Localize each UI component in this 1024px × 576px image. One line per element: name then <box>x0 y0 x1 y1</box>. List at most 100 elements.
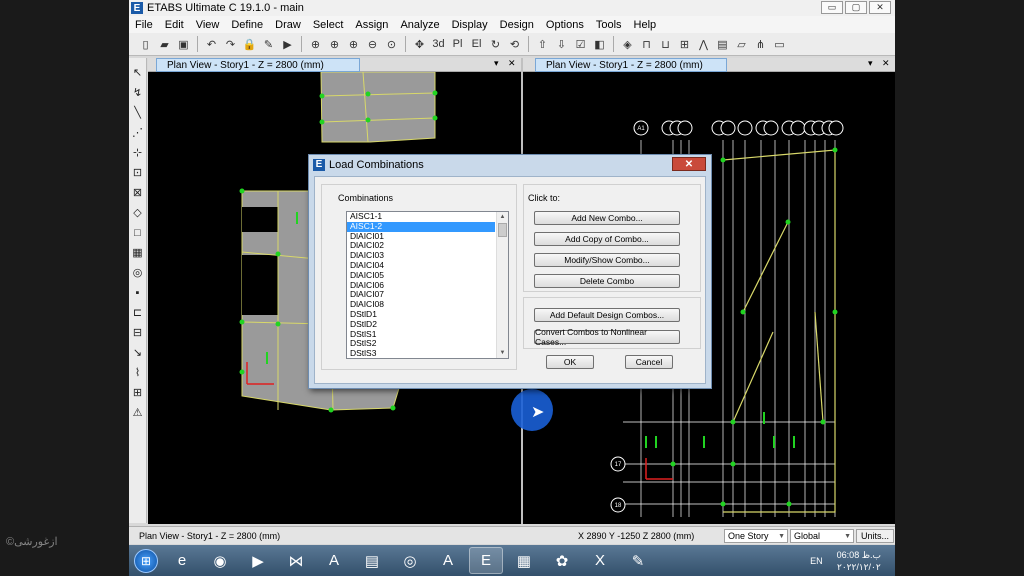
run-icon[interactable]: ▶ <box>279 36 296 53</box>
menu-draw[interactable]: Draw <box>269 19 307 31</box>
minimize-button[interactable]: ▭ <box>821 1 843 14</box>
redo-icon[interactable]: ↷ <box>222 36 239 53</box>
reshape-icon[interactable]: ↯ <box>131 84 145 101</box>
combinations-list[interactable]: AISC1-1 AISC1-2 DlAICI01 DlAICI02 DlAICI03 Dl… <box>346 211 509 359</box>
grid-icon[interactable]: ⊟ <box>131 324 145 341</box>
save-icon[interactable]: ▣ <box>175 36 192 53</box>
move-down-icon[interactable]: ⇩ <box>553 36 570 53</box>
dimension-icon[interactable]: ↘ <box>131 344 145 361</box>
area-icon[interactable]: ▭ <box>771 36 788 53</box>
menu-tools[interactable]: Tools <box>590 19 628 31</box>
move-up-icon[interactable]: ⇧ <box>534 36 551 53</box>
open-icon[interactable]: ▰ <box>156 36 173 53</box>
add-default-design-combos-button[interactable]: Add Default Design Combos... <box>534 308 680 322</box>
zoom-rubber-icon[interactable]: ⊕ <box>326 36 343 53</box>
right-pane-tab[interactable]: Plan View - Story1 - Z = 2800 (mm) <box>535 58 727 72</box>
convert-combos-nonlinear-button[interactable]: Convert Combos to Nonlinear Cases... <box>534 327 680 347</box>
ruler-icon[interactable]: ⊞ <box>131 384 145 401</box>
scroll-up-icon[interactable]: ▲ <box>497 212 508 222</box>
wall-draw-icon[interactable]: ▦ <box>131 244 145 261</box>
close-button[interactable]: ✕ <box>869 1 891 14</box>
opening-icon[interactable]: ◎ <box>131 264 145 281</box>
maximize-button[interactable]: ▢ <box>845 1 867 14</box>
zoom-out-icon[interactable]: ⊖ <box>364 36 381 53</box>
cancel-button[interactable]: Cancel <box>625 355 673 369</box>
modify-show-combo-button[interactable]: Modify/Show Combo... <box>534 253 680 267</box>
right-pane-close-icon[interactable]: ✕ <box>882 58 890 69</box>
file-explorer-icon[interactable]: ▤ <box>355 547 389 574</box>
elevation-view-icon[interactable]: El <box>468 36 485 53</box>
scroll-down-icon[interactable]: ▼ <box>497 348 508 358</box>
story-select-dropdown[interactable]: One Story ▼ <box>724 529 788 543</box>
link-icon[interactable]: ⊏ <box>131 304 145 321</box>
delete-combo-button[interactable]: Delete Combo <box>534 274 680 288</box>
slab-icon[interactable]: ▱ <box>733 36 750 53</box>
menu-define[interactable]: Define <box>225 19 269 31</box>
units-button[interactable]: Units... <box>856 529 894 543</box>
brace-icon[interactable]: ⋀ <box>695 36 712 53</box>
lock-icon[interactable]: 🔒 <box>241 36 258 53</box>
object-icon[interactable]: ◧ <box>591 36 608 53</box>
check-icon[interactable]: ☑ <box>572 36 589 53</box>
wall-icon[interactable]: ▤ <box>714 36 731 53</box>
dialog-close-button[interactable]: ✕ <box>672 157 706 171</box>
left-pane-close-icon[interactable]: ✕ <box>508 58 516 69</box>
perspective-icon[interactable]: ⟲ <box>506 36 523 53</box>
ok-button[interactable]: OK <box>546 355 594 369</box>
ie-icon[interactable]: e <box>165 547 199 574</box>
dialog-title-bar[interactable]: E Load Combinations ✕ <box>309 155 711 174</box>
left-pane-dropdown-icon[interactable]: ▾ <box>494 58 499 69</box>
clock[interactable]: 06:08 ب.ظ ۲۰۲۲/۱۲/۰۲ <box>837 549 881 573</box>
chrome-icon[interactable]: ◎ <box>393 547 427 574</box>
zoom-fit-icon[interactable]: ⊙ <box>383 36 400 53</box>
new-icon[interactable]: ▯ <box>137 36 154 53</box>
rotate-icon[interactable]: ↻ <box>487 36 504 53</box>
point-icon[interactable]: ▪ <box>131 284 145 301</box>
area-draw-icon[interactable]: ◇ <box>131 204 145 221</box>
scroll-thumb[interactable] <box>498 223 507 237</box>
menu-view[interactable]: View <box>190 19 226 31</box>
zoom-window-icon[interactable]: ⊕ <box>307 36 324 53</box>
plan-view-icon[interactable]: Pl <box>449 36 466 53</box>
sketch-icon[interactable]: ✎ <box>621 547 655 574</box>
zoom-in-icon[interactable]: ⊕ <box>345 36 362 53</box>
coord-system-dropdown[interactable]: Global ▼ <box>790 529 854 543</box>
language-indicator[interactable]: EN <box>810 556 823 566</box>
autocad-icon[interactable]: A <box>431 547 465 574</box>
combo-list-item[interactable]: DStlS3 <box>347 348 495 358</box>
deck-icon[interactable]: ⋔ <box>752 36 769 53</box>
left-pane-tab[interactable]: Plan View - Story1 - Z = 2800 (mm) <box>156 58 360 72</box>
menu-options[interactable]: Options <box>540 19 590 31</box>
snap-icon[interactable]: ⋰ <box>131 124 145 141</box>
pdf-icon[interactable]: A <box>317 547 351 574</box>
menu-select[interactable]: Select <box>307 19 350 31</box>
brace-draw-icon[interactable]: ⊠ <box>131 184 145 201</box>
media-player-icon[interactable]: ▶ <box>241 547 275 574</box>
spring-icon[interactable]: ⌇ <box>131 364 145 381</box>
menu-display[interactable]: Display <box>446 19 494 31</box>
start-button[interactable]: ⊞ <box>129 546 163 575</box>
right-pane-dropdown-icon[interactable]: ▾ <box>868 58 873 69</box>
paint-icon[interactable]: ✿ <box>545 547 579 574</box>
menu-edit[interactable]: Edit <box>159 19 190 31</box>
rect-area-icon[interactable]: □ <box>131 224 145 241</box>
menu-design[interactable]: Design <box>494 19 540 31</box>
pen-icon[interactable]: ✎ <box>260 36 277 53</box>
view-3d-icon[interactable]: 3d <box>430 36 447 53</box>
column-draw-icon[interactable]: ⊡ <box>131 164 145 181</box>
menu-file[interactable]: File <box>129 19 159 31</box>
menu-analyze[interactable]: Analyze <box>394 19 445 31</box>
frame-icon[interactable]: ⊓ <box>638 36 655 53</box>
calculator-icon[interactable]: ▦ <box>507 547 541 574</box>
line-icon[interactable]: ╲ <box>131 104 145 121</box>
menu-help[interactable]: Help <box>628 19 663 31</box>
pan-icon[interactable]: ✥ <box>411 36 428 53</box>
menu-assign[interactable]: Assign <box>349 19 394 31</box>
quick-draw-icon[interactable]: ⊹ <box>131 144 145 161</box>
etabs-icon[interactable]: E <box>469 547 503 574</box>
excel-icon[interactable]: X <box>583 547 617 574</box>
shrink-icon[interactable]: ◈ <box>619 36 636 53</box>
beam-icon[interactable]: ⊞ <box>676 36 693 53</box>
add-copy-combo-button[interactable]: Add Copy of Combo... <box>534 232 680 246</box>
visual-studio-icon[interactable]: ⋈ <box>279 547 313 574</box>
